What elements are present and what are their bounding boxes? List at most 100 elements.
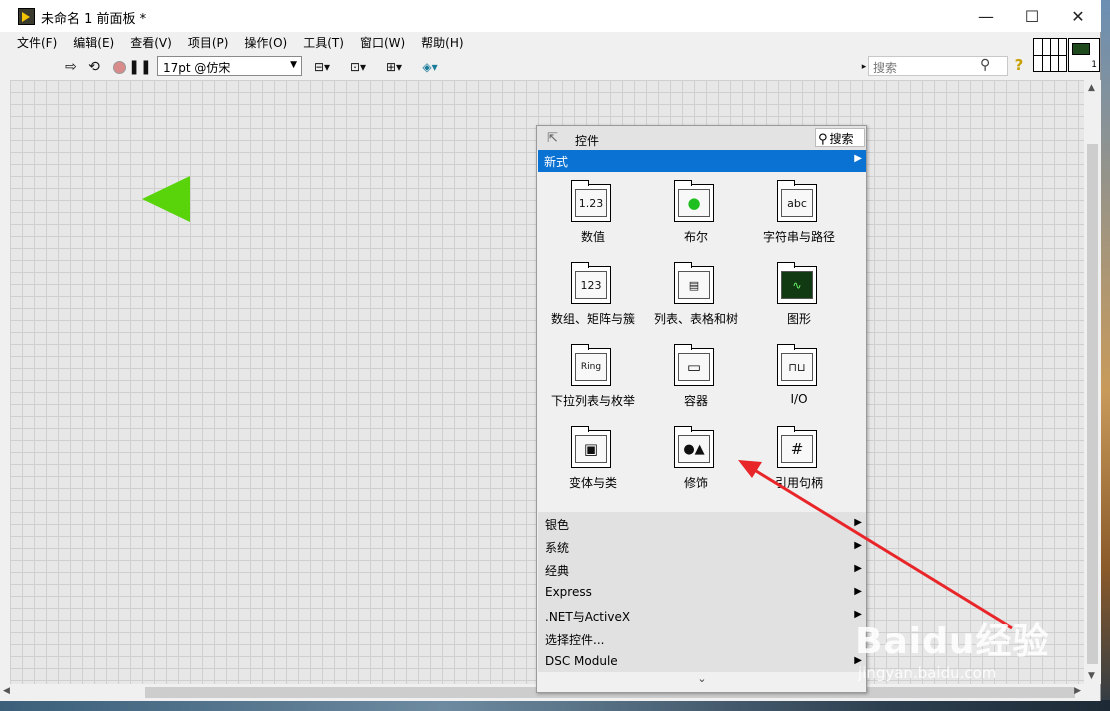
menu-view[interactable]: 查看(V) xyxy=(121,32,179,52)
palette-search-button[interactable]: ⚲ 搜索 xyxy=(815,128,865,147)
chevron-right-icon: ▶ xyxy=(854,517,862,528)
graph-folder-icon: ∿ xyxy=(777,262,817,304)
menu-operate[interactable]: 操作(O) xyxy=(235,32,294,52)
search-icon[interactable]: ⚲ xyxy=(980,57,990,73)
chevron-right-icon: ▶ xyxy=(854,153,862,164)
align-icon[interactable]: ⊟▾ xyxy=(308,58,336,76)
palette-item-label: 列表、表格和树 xyxy=(653,312,738,326)
palette-item-label: 变体与类 xyxy=(568,476,617,490)
palette-item-string-path[interactable]: abc 字符串与路径 xyxy=(744,172,854,254)
io-folder-icon: ⊓⊔ xyxy=(777,344,817,386)
palette-item-numeric[interactable]: 1.23 数值 xyxy=(538,172,648,254)
green-arrow-decoration[interactable] xyxy=(142,176,190,222)
palette-item-label: 字符串与路径 xyxy=(762,230,835,244)
vi-icon-screen xyxy=(1072,43,1090,55)
palette-item-graph[interactable]: ∿ 图形 xyxy=(744,254,854,336)
subcategory-select-control[interactable]: 选择控件... xyxy=(538,627,866,650)
palette-item-label: 数值 xyxy=(580,230,605,244)
string-path-folder-icon: abc xyxy=(777,180,817,222)
subcategory-label: 选择控件... xyxy=(545,633,605,647)
palette-item-label: I/O xyxy=(790,392,808,406)
subcategory-classic[interactable]: 经典 ▶ xyxy=(538,558,866,581)
palette-item-containers[interactable]: ▭ 容器 xyxy=(641,336,751,418)
subcategory-system[interactable]: 系统 ▶ xyxy=(538,535,866,558)
numeric-folder-icon: 1.23 xyxy=(571,180,611,222)
palette-header: ⇱ 控件 ⚲ 搜索 xyxy=(537,126,866,150)
labview-vi-icon xyxy=(18,8,35,25)
resize-icon[interactable]: ⊞▾ xyxy=(380,58,408,76)
chevron-right-icon: ▶ xyxy=(854,540,862,551)
abort-icon[interactable] xyxy=(110,58,128,76)
menu-file[interactable]: 文件(F) xyxy=(0,32,64,52)
menu-project[interactable]: 项目(P) xyxy=(179,32,236,52)
run-icon[interactable]: ⇨ xyxy=(62,58,80,76)
close-button[interactable]: ✕ xyxy=(1055,0,1101,32)
vertical-scrollbar[interactable]: ▲ ▼ xyxy=(1084,80,1101,684)
reorder-icon[interactable]: ◈▾ xyxy=(416,58,444,76)
array-folder-icon: 123 xyxy=(571,262,611,304)
minimize-button[interactable]: — xyxy=(963,0,1009,32)
subcategory-label: 经典 xyxy=(545,564,570,578)
title-bar: 未命名 1 前面板 * — ☐ ✕ xyxy=(0,0,1101,32)
vi-icon-number: 1 xyxy=(1091,60,1097,70)
palette-item-label: 数组、矩阵与簇 xyxy=(550,312,635,326)
expand-more-icon[interactable]: ⌄ xyxy=(538,672,866,692)
boolean-folder-icon: ● xyxy=(674,180,714,222)
palette-item-label: 布尔 xyxy=(683,230,708,244)
help-icon[interactable]: ? xyxy=(1010,56,1028,74)
watermark-url: jingyan.baidu.com xyxy=(858,664,997,682)
palette-item-label: 图形 xyxy=(786,312,811,326)
menu-help[interactable]: 帮助(H) xyxy=(412,32,470,52)
palette-title: 控件 xyxy=(575,134,600,148)
subcategory-label: 银色 xyxy=(545,518,570,532)
menu-tools[interactable]: 工具(T) xyxy=(294,32,351,52)
controls-palette: ⇱ 控件 ⚲ 搜索 新式 ▶ 1.23 数值 ● 布尔 abc 字符串与路径 12… xyxy=(536,125,867,693)
maximize-button[interactable]: ☐ xyxy=(1009,0,1055,32)
distribute-icon[interactable]: ⊡▾ xyxy=(344,58,372,76)
palette-item-io[interactable]: ⊓⊔ I/O xyxy=(744,336,854,418)
palette-item-ring-enum[interactable]: Ring 下拉列表与枚举 xyxy=(538,336,648,418)
palette-item-label: 修饰 xyxy=(683,476,708,490)
vi-icon[interactable]: 1 xyxy=(1068,38,1100,72)
run-continuously-icon[interactable]: ⟲ xyxy=(84,58,104,76)
subcategory-dsc-module[interactable]: DSC Module ▶ xyxy=(538,650,866,673)
palette-item-array-matrix-cluster[interactable]: 123 数组、矩阵与簇 xyxy=(538,254,648,336)
scroll-up-icon[interactable]: ▲ xyxy=(1088,83,1095,93)
palette-item-variant-class[interactable]: ▣ 变体与类 xyxy=(538,418,648,500)
refnum-folder-icon: # xyxy=(777,426,817,468)
menu-window[interactable]: 窗口(W) xyxy=(351,32,412,52)
palette-search-label: 搜索 xyxy=(829,132,854,146)
variant-class-folder-icon: ▣ xyxy=(571,426,611,468)
ring-enum-folder-icon: Ring xyxy=(571,344,611,386)
search-expand-icon[interactable]: ▸ xyxy=(860,58,868,76)
scroll-left-icon[interactable]: ◀ xyxy=(3,686,10,696)
pin-icon[interactable]: ⇱ xyxy=(547,131,558,146)
subcategory-dotnet-activex[interactable]: .NET与ActiveX ▶ xyxy=(538,604,866,627)
subcategory-express[interactable]: Express ▶ xyxy=(538,581,866,604)
palette-item-boolean[interactable]: ● 布尔 xyxy=(641,172,751,254)
palette-category-modern[interactable]: 新式 ▶ xyxy=(538,150,866,172)
subcategory-label: Express xyxy=(545,585,592,599)
font-selector-value: 17pt @仿宋 xyxy=(163,61,231,75)
palette-item-decorations[interactable]: ●▲ 修饰 xyxy=(641,418,751,500)
palette-item-list-table-tree[interactable]: ▤ 列表、表格和树 xyxy=(641,254,751,336)
containers-folder-icon: ▭ xyxy=(674,344,714,386)
chevron-down-icon: ▼ xyxy=(290,60,297,70)
pause-icon[interactable]: ❚❚ xyxy=(128,58,151,76)
search-icon: ⚲ xyxy=(818,132,828,147)
chevron-right-icon: ▶ xyxy=(854,563,862,574)
font-selector[interactable]: 17pt @仿宋 ▼ xyxy=(157,56,302,76)
decorations-folder-icon: ●▲ xyxy=(674,426,714,468)
subcategory-silver[interactable]: 银色 ▶ xyxy=(538,512,866,535)
palette-item-label: 容器 xyxy=(683,394,708,408)
connector-pane[interactable] xyxy=(1033,38,1067,72)
palette-item-label: 引用句柄 xyxy=(774,476,823,490)
menu-edit[interactable]: 编辑(E) xyxy=(64,32,121,52)
subcategory-label: .NET与ActiveX xyxy=(545,610,631,624)
palette-item-refnum[interactable]: # 引用句柄 xyxy=(744,418,854,500)
scroll-right-icon[interactable]: ▶ xyxy=(1074,686,1081,696)
vertical-scroll-thumb[interactable] xyxy=(1087,144,1098,664)
chevron-right-icon: ▶ xyxy=(854,586,862,597)
scroll-down-icon[interactable]: ▼ xyxy=(1088,671,1095,681)
list-table-folder-icon: ▤ xyxy=(674,262,714,304)
